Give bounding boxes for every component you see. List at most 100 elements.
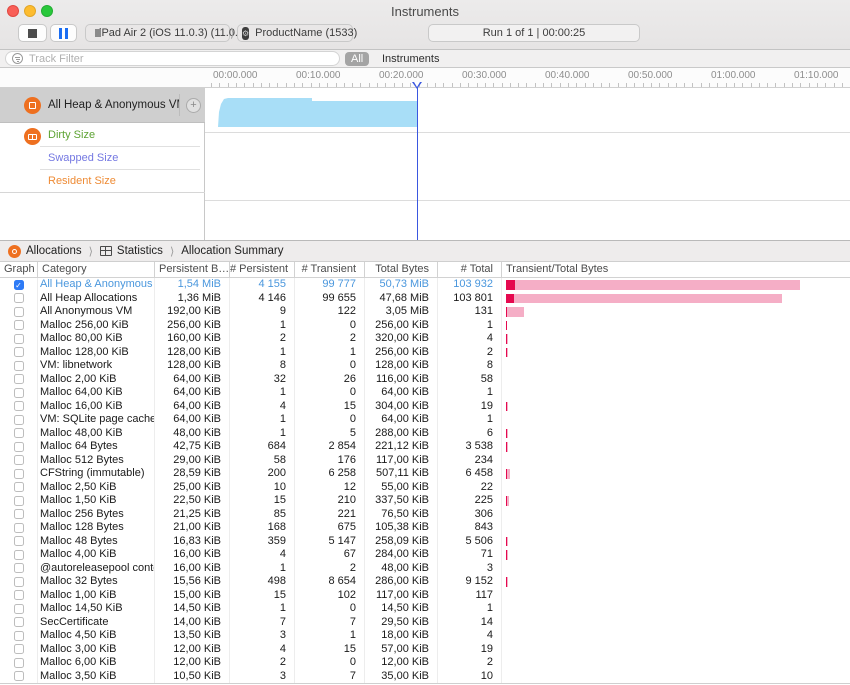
table-row[interactable]: Malloc 48 Bytes16,83 KiB3595 147258,09 K… <box>0 535 850 549</box>
table-row[interactable]: VM: libnetwork128,00 KiB80128,00 KiB8 <box>0 359 850 373</box>
table-row[interactable]: All Anonymous VM192,00 KiB91223,05 MiB13… <box>0 305 850 319</box>
persistent-bytes-cell: 15,00 KiB <box>155 589 230 603</box>
table-row[interactable]: VM: SQLite page cache64,00 KiB1064,00 Ki… <box>0 413 850 427</box>
graph-checkbox[interactable] <box>14 617 24 627</box>
ruler-tick <box>477 83 478 87</box>
graph-checkbox[interactable] <box>14 563 24 573</box>
table-row[interactable]: Malloc 4,00 KiB16,00 KiB467284,00 KiB71 <box>0 548 850 562</box>
table-row[interactable]: Malloc 1,00 KiB15,00 KiB15102117,00 KiB1… <box>0 589 850 603</box>
add-instrument-button[interactable]: + <box>186 98 201 113</box>
graph-checkbox[interactable] <box>14 347 24 357</box>
track-series-swapped-size[interactable]: Swapped Size <box>48 146 198 169</box>
column-header-graph[interactable]: Graph <box>0 262 38 277</box>
table-row[interactable]: Malloc 128 Bytes21,00 KiB168675105,38 Ki… <box>0 521 850 535</box>
breadcrumb-allocation-summary[interactable]: Allocation Summary <box>181 245 283 257</box>
graph-checkbox[interactable] <box>14 631 24 641</box>
graph-checkbox[interactable] <box>14 577 24 587</box>
transient-total-bar-cell <box>502 319 850 333</box>
transient-total-bar-cell <box>502 602 850 616</box>
persistent-bytes-cell: 13,50 KiB <box>155 629 230 643</box>
table-row[interactable]: Malloc 32 Bytes15,56 KiB4988 654286,00 K… <box>0 575 850 589</box>
column-header-num-transient[interactable]: # Transient <box>295 262 365 277</box>
device-selector[interactable]: iPad Air 2 (iOS 11.0.3) (11.0.3) <box>85 24 230 42</box>
graph-checkbox[interactable] <box>14 536 24 546</box>
chart-canvas[interactable] <box>205 88 850 240</box>
table-row[interactable]: Malloc 16,00 KiB64,00 KiB415304,00 KiB19 <box>0 400 850 414</box>
stop-button[interactable] <box>18 24 47 42</box>
timeline-ruler[interactable]: 00:00.00000:10.00000:20.00000:30.00000:4… <box>0 68 850 88</box>
table-row[interactable]: All Heap Allocations1,36 MiB4 14699 6554… <box>0 292 850 306</box>
graph-checkbox[interactable] <box>14 374 24 384</box>
graph-checkbox[interactable] <box>14 401 24 411</box>
pause-button[interactable] <box>50 24 77 42</box>
graph-checkbox[interactable] <box>14 415 24 425</box>
graph-checkbox[interactable] <box>14 428 24 438</box>
graph-checkbox[interactable] <box>14 442 24 452</box>
ruler-time-label: 00:00.000 <box>213 70 258 81</box>
table-row[interactable]: CFString (immutable)28,59 KiB2006 258507… <box>0 467 850 481</box>
graph-checkbox[interactable] <box>14 658 24 668</box>
table-row[interactable]: Malloc 256 Bytes21,25 KiB8522176,50 KiB3… <box>0 508 850 522</box>
tab-instruments[interactable]: Instruments <box>382 52 439 66</box>
graph-checkbox[interactable] <box>14 644 24 654</box>
table-row[interactable]: Malloc 6,00 KiB12,00 KiB2012,00 KiB2 <box>0 656 850 670</box>
ruler-tick <box>535 83 536 87</box>
column-header-persistent-bytes[interactable]: Persistent B…∨ <box>155 262 230 277</box>
table-row[interactable]: Malloc 256,00 KiB256,00 KiB10256,00 KiB1 <box>0 319 850 333</box>
graph-checkbox[interactable] <box>14 509 24 519</box>
graph-checkbox[interactable] <box>14 361 24 371</box>
tab-all[interactable]: All <box>345 52 369 66</box>
playhead-line[interactable] <box>417 88 418 240</box>
table-row[interactable]: Malloc 4,50 KiB13,50 KiB3118,00 KiB4 <box>0 629 850 643</box>
table-row[interactable]: Malloc 80,00 KiB160,00 KiB22320,00 KiB4 <box>0 332 850 346</box>
graph-checkbox[interactable] <box>14 320 24 330</box>
table-row[interactable]: SecCertificate14,00 KiB7729,50 KiB14 <box>0 616 850 630</box>
table-row[interactable]: @autoreleasepool content16,00 KiB1248,00… <box>0 562 850 576</box>
table-row[interactable]: Malloc 2,50 KiB25,00 KiB101255,00 KiB22 <box>0 481 850 495</box>
graph-checkbox[interactable] <box>14 523 24 533</box>
track-filter-input[interactable]: Track Filter <box>5 51 340 66</box>
column-header-category[interactable]: Category <box>38 262 155 277</box>
sidebar-bottom-line <box>0 192 205 193</box>
column-header-num-total[interactable]: # Total <box>438 262 502 277</box>
breadcrumb-allocations[interactable]: Allocations <box>8 245 82 258</box>
track-series-dirty-size[interactable]: Dirty Size <box>48 123 198 146</box>
graph-checkbox[interactable] <box>14 293 24 303</box>
graph-checkbox[interactable]: ✓ <box>14 280 24 290</box>
graph-checkbox[interactable] <box>14 482 24 492</box>
table-row[interactable]: ✓All Heap & Anonymous V…1,54 MiB4 15599 … <box>0 278 850 292</box>
graph-checkbox[interactable] <box>14 496 24 506</box>
process-selector[interactable]: ⚙ ProductName (1533) <box>237 24 353 42</box>
ruler-tick <box>759 83 760 87</box>
table-row[interactable]: Malloc 2,00 KiB64,00 KiB3226116,00 KiB58 <box>0 373 850 387</box>
ruler-tick <box>784 83 785 87</box>
breadcrumb: Allocations ⟩ Statistics ⟩ Allocation Su… <box>0 240 850 262</box>
column-header-transient-total-bytes[interactable]: Transient/Total Bytes <box>502 262 850 277</box>
table-row[interactable]: Malloc 512 Bytes29,00 KiB58176117,00 KiB… <box>0 454 850 468</box>
graph-checkbox[interactable] <box>14 334 24 344</box>
graph-checkbox[interactable] <box>14 590 24 600</box>
track-series-resident-size[interactable]: Resident Size <box>48 169 198 192</box>
graph-checkbox[interactable] <box>14 388 24 398</box>
num-persistent-cell: 4 155 <box>230 278 295 292</box>
breadcrumb-statistics[interactable]: Statistics <box>100 245 163 257</box>
transient-bar <box>507 429 508 439</box>
graph-checkbox[interactable] <box>14 455 24 465</box>
table-row[interactable]: Malloc 3,00 KiB12,00 KiB41557,00 KiB19 <box>0 643 850 657</box>
graph-checkbox[interactable] <box>14 307 24 317</box>
table-row[interactable]: Malloc 48,00 KiB48,00 KiB15288,00 KiB6 <box>0 427 850 441</box>
track-row-heap[interactable]: All Heap & Anonymous VM + <box>0 88 205 123</box>
column-header-total-bytes[interactable]: Total Bytes <box>365 262 438 277</box>
graph-checkbox[interactable] <box>14 469 24 479</box>
graph-checkbox[interactable] <box>14 671 24 681</box>
table-row[interactable]: Malloc 64,00 KiB64,00 KiB1064,00 KiB1 <box>0 386 850 400</box>
graph-checkbox[interactable] <box>14 550 24 560</box>
table-row[interactable]: Malloc 14,50 KiB14,50 KiB1014,50 KiB1 <box>0 602 850 616</box>
table-row[interactable]: Malloc 3,50 KiB10,50 KiB3735,00 KiB10 <box>0 670 850 684</box>
playhead-flag-icon[interactable] <box>412 82 422 89</box>
table-row[interactable]: Malloc 128,00 KiB128,00 KiB11256,00 KiB2 <box>0 346 850 360</box>
table-row[interactable]: Malloc 1,50 KiB22,50 KiB15210337,50 KiB2… <box>0 494 850 508</box>
table-row[interactable]: Malloc 64 Bytes42,75 KiB6842 854221,12 K… <box>0 440 850 454</box>
column-header-num-persistent[interactable]: # Persistent <box>230 262 295 277</box>
graph-checkbox[interactable] <box>14 604 24 614</box>
